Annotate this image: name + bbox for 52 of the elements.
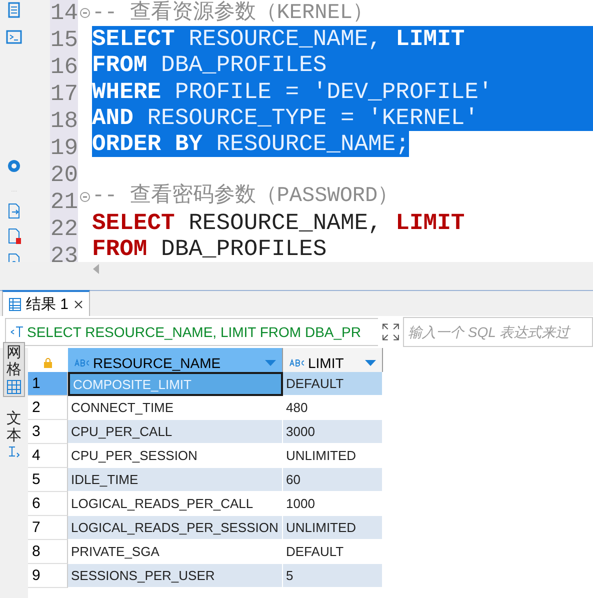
sql-keyword: LIMIT <box>396 210 465 236</box>
row-number[interactable]: 8 <box>28 540 68 564</box>
line-number: 20 <box>50 162 78 189</box>
sql-keyword: SELECT <box>92 210 175 236</box>
table-cell: DEFAULT <box>283 372 383 396</box>
line-number: 15 <box>50 27 78 54</box>
view-tab[interactable]: 网格 <box>3 342 25 397</box>
query-text: SELECT RESOURCE_NAME, LIMIT FROM DBA_PR <box>27 324 361 340</box>
code-comment: -- 查看资源参数（KERNEL） <box>92 0 374 26</box>
code-text: PROFILE = 'DEV_PROFILE' <box>174 78 492 105</box>
code-text: DBA_PROFILES <box>160 52 327 79</box>
code-text: RESOURCE_NAME; <box>215 131 410 158</box>
table-cell: LOGICAL_READS_PER_SESSION <box>68 516 283 540</box>
sql-keyword: AND <box>92 104 134 132</box>
row-number[interactable]: 4 <box>28 444 68 468</box>
line-number: 18 <box>50 108 78 135</box>
line-number: 16 <box>50 54 78 81</box>
row-number[interactable]: 6 <box>28 492 68 516</box>
sql-keyword: WHERE <box>92 78 162 105</box>
table-cell: 60 <box>283 468 383 492</box>
row-number[interactable]: 1 <box>28 372 68 396</box>
table-cell: 5 <box>283 564 383 588</box>
line-number: 19 <box>50 135 78 162</box>
line-number: 21 <box>50 189 78 216</box>
sql-keyword: LIMIT <box>396 26 465 52</box>
sql-keyword: SELECT <box>92 26 175 52</box>
row-number[interactable]: 2 <box>28 396 68 420</box>
row-number[interactable]: 3 <box>28 420 68 444</box>
line-number: 23 <box>50 243 78 262</box>
table-cell: 3000 <box>283 420 383 444</box>
table-cell: CPU_PER_CALL <box>68 420 283 444</box>
line-number: 17 <box>50 81 78 108</box>
code-text: DBA_PROFILES <box>160 236 327 262</box>
view-tab[interactable]: 文本 <box>3 409 25 462</box>
row-number[interactable]: 9 <box>28 564 68 588</box>
row-number[interactable]: 7 <box>28 516 68 540</box>
code-text: RESOURCE_NAME, <box>188 26 383 52</box>
table-cell: IDLE_TIME <box>68 468 283 492</box>
code-text: RESOURCE_TYPE = 'KERNEL' <box>146 104 478 132</box>
table-cell: COMPOSITE_LIMIT <box>68 372 283 396</box>
results-tab[interactable]: 结果 1 <box>2 290 90 316</box>
row-number[interactable]: 5 <box>28 468 68 492</box>
sql-keyword: ORDER BY <box>92 131 202 158</box>
sql-keyword: FROM <box>92 52 148 79</box>
table-cell: UNLIMITED <box>283 516 383 540</box>
code-text: RESOURCE_NAME, <box>188 210 383 236</box>
code-comment: -- 查看密码参数（PASSWORD） <box>92 183 399 210</box>
line-number: 14 <box>50 0 78 27</box>
table-cell: SESSIONS_PER_USER <box>68 564 283 588</box>
sql-keyword: FROM <box>92 236 148 262</box>
filter-field[interactable]: 输入一个 SQL 表达式来过 <box>403 317 593 347</box>
line-number: 22 <box>50 216 78 243</box>
